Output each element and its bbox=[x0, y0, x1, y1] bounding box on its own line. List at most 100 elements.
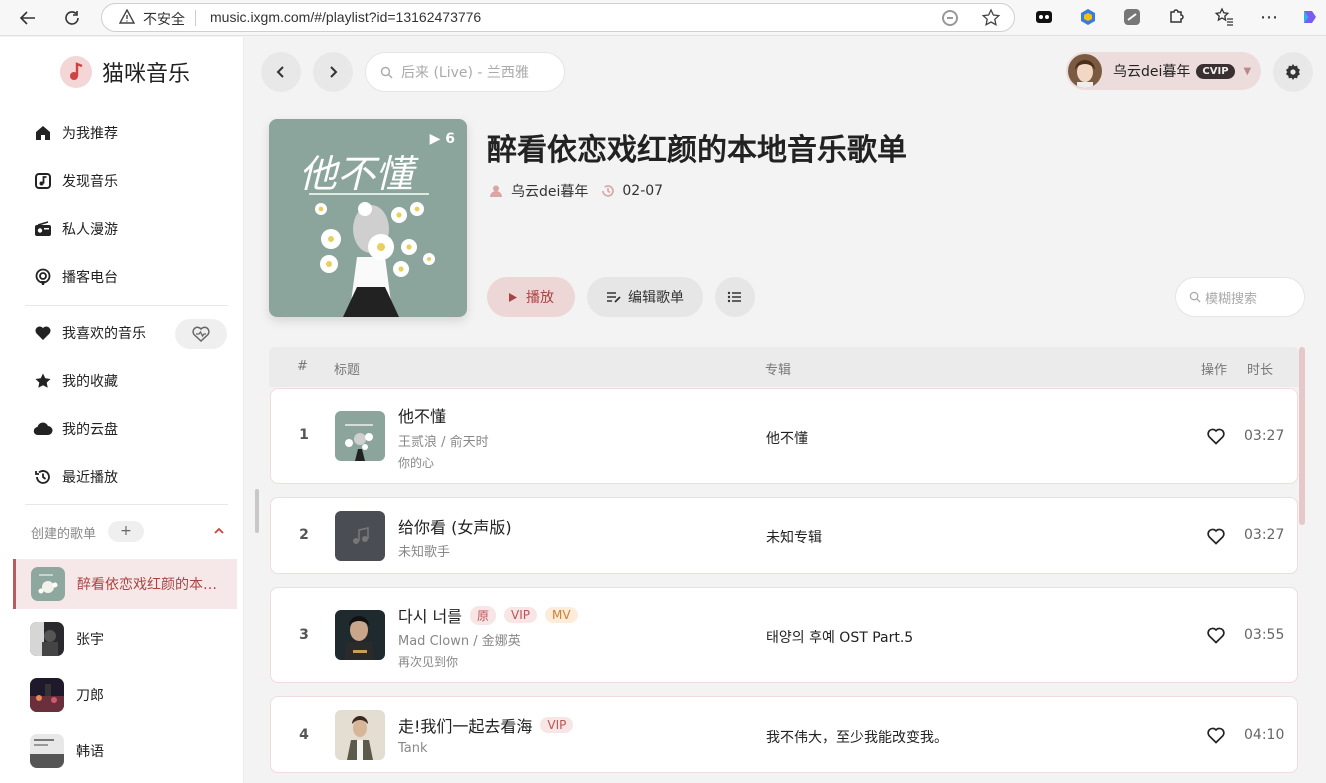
track-artists[interactable]: 未知歌手 bbox=[398, 541, 450, 560]
gear-icon bbox=[1286, 64, 1300, 80]
table-row[interactable]: 2 给你看 (女声版) 未知歌手 未知专辑 03:27 bbox=[270, 497, 1298, 574]
search-icon bbox=[1189, 291, 1201, 303]
track-album[interactable]: 未知专辑 bbox=[766, 527, 822, 547]
nav-item-podcast[interactable]: 播客电台 bbox=[20, 257, 230, 297]
home-icon bbox=[32, 122, 54, 144]
header-title: 标题 bbox=[334, 363, 361, 378]
extension-gray-icon[interactable] bbox=[1122, 7, 1142, 27]
sidebar-playlist-active[interactable]: 醉看依恋戏红颜的本地音乐歌单 bbox=[13, 559, 237, 609]
favorites-list-icon[interactable] bbox=[1214, 7, 1234, 27]
track-index: 1 bbox=[299, 427, 309, 443]
nav-item-recommend[interactable]: 为我推荐 bbox=[20, 113, 230, 153]
sidebar-resize-handle[interactable] bbox=[255, 489, 259, 533]
copilot-icon[interactable] bbox=[1300, 7, 1320, 27]
track-title[interactable]: 走!我们一起去看海 VIP bbox=[398, 713, 574, 737]
track-artists[interactable]: Tank bbox=[398, 741, 428, 756]
playlist-date: 02-07 bbox=[622, 183, 664, 199]
puzzle-icon[interactable] bbox=[1166, 7, 1186, 27]
favorite-star-icon[interactable] bbox=[981, 8, 1001, 28]
sidebar-divider bbox=[25, 305, 228, 306]
filter-search-input[interactable]: 模糊搜索 bbox=[1175, 277, 1305, 317]
heartbeat-mode-button[interactable] bbox=[175, 319, 227, 349]
history-icon bbox=[32, 466, 54, 488]
track-index: 3 bbox=[299, 627, 309, 643]
table-header: # 标题 专辑 操作 时长 bbox=[269, 347, 1299, 387]
sidebar-playlist[interactable]: 韩语 bbox=[13, 726, 237, 776]
sidebar-playlist[interactable]: 刀郎 bbox=[13, 670, 237, 720]
address-bar[interactable]: 不安全 music.ixgm.com/#/playlist?id=1316247… bbox=[101, 3, 1015, 32]
track-title[interactable]: 他不懂 bbox=[398, 403, 446, 427]
back-arrow-icon[interactable] bbox=[16, 6, 40, 30]
created-playlists-title: 创建的歌单 bbox=[31, 527, 97, 542]
track-artists[interactable]: 王贰浪 / 俞天时 bbox=[398, 431, 489, 450]
nav-label: 发现音乐 bbox=[62, 174, 118, 190]
track-album[interactable]: 태양의 후예 OST Part.5 bbox=[766, 627, 913, 647]
chevron-up-icon[interactable] bbox=[212, 524, 226, 538]
user-menu[interactable]: 乌云dei暮年 CVIP ▼ bbox=[1066, 52, 1261, 90]
add-playlist-button[interactable]: + bbox=[108, 521, 144, 542]
mv-badge[interactable]: MV bbox=[544, 607, 578, 623]
track-title[interactable]: 给你看 (女声版) bbox=[398, 514, 512, 538]
track-index: 2 bbox=[299, 527, 309, 543]
nav-label: 我的收藏 bbox=[62, 374, 118, 390]
browser-toolbar: 不安全 music.ixgm.com/#/playlist?id=1316247… bbox=[0, 0, 1326, 36]
like-heart-icon[interactable] bbox=[1205, 724, 1227, 746]
scrollbar[interactable] bbox=[1299, 347, 1305, 525]
playlist-thumbnail bbox=[30, 622, 64, 656]
nav-label: 播客电台 bbox=[62, 270, 118, 286]
extension-icon[interactable] bbox=[1034, 7, 1054, 27]
track-duration: 03:55 bbox=[1244, 627, 1285, 643]
track-duration: 03:27 bbox=[1244, 527, 1285, 543]
warning-icon bbox=[119, 9, 135, 24]
playlist-creator[interactable]: 乌云dei暮年 bbox=[511, 181, 588, 201]
vip-badge: VIP bbox=[540, 717, 574, 733]
play-all-button[interactable]: 播放 bbox=[487, 277, 575, 317]
playlist-cover[interactable]: 他不懂 ▶ 6 bbox=[269, 119, 467, 317]
nav-label: 我喜欢的音乐 bbox=[62, 326, 146, 342]
nav-item-discover[interactable]: 发现音乐 bbox=[20, 161, 230, 201]
table-row[interactable]: 4 走!我们一起去看海 VIP Tank 我不伟大，至少我能改变我。 04:10 bbox=[270, 696, 1298, 773]
back-button[interactable] bbox=[261, 52, 301, 92]
track-thumbnail bbox=[335, 710, 385, 760]
sidebar-playlist[interactable]: 张宇 bbox=[13, 614, 237, 664]
edit-playlist-button[interactable]: 编辑歌单 bbox=[587, 277, 703, 317]
like-heart-icon[interactable] bbox=[1205, 425, 1227, 447]
nav-label: 为我推荐 bbox=[62, 126, 118, 142]
table-row[interactable]: 3 다시 너를 原 VIP MV Mad Clown / 金娜英 再次见到你 태… bbox=[270, 587, 1298, 683]
playlist-thumbnail bbox=[30, 678, 64, 712]
extension-cube-icon[interactable] bbox=[1078, 7, 1098, 27]
more-menu-icon[interactable]: ⋯ bbox=[1257, 5, 1281, 29]
nav-item-collection[interactable]: 我的收藏 bbox=[20, 361, 230, 401]
track-album[interactable]: 他不懂 bbox=[766, 428, 808, 448]
forward-button[interactable] bbox=[313, 52, 353, 92]
track-title-text: 다시 너를 bbox=[398, 607, 462, 626]
nav-item-fm[interactable]: 私人漫游 bbox=[20, 209, 230, 249]
like-heart-icon[interactable] bbox=[1205, 624, 1227, 646]
search-icon bbox=[380, 66, 393, 78]
track-artists[interactable]: Mad Clown / 金娜英 bbox=[398, 630, 521, 649]
nav-item-recent[interactable]: 最近播放 bbox=[20, 457, 230, 497]
read-aloud-icon[interactable] bbox=[940, 8, 960, 28]
chevron-down-icon: ▼ bbox=[1243, 65, 1252, 77]
track-title-text: 走!我们一起去看海 bbox=[398, 717, 533, 736]
search-input[interactable]: 后来 (Live) - 兰西雅 bbox=[365, 52, 565, 92]
nav-item-cloud[interactable]: 我的云盘 bbox=[20, 409, 230, 449]
heartbeat-icon bbox=[192, 326, 210, 343]
reload-icon[interactable] bbox=[60, 6, 84, 30]
app-logo[interactable]: 猫咪音乐 bbox=[60, 53, 200, 91]
original-badge: 原 bbox=[469, 605, 496, 625]
table-row[interactable]: 1 他不懂 王贰浪 / 俞天时 你的心 他不懂 03:27 bbox=[270, 388, 1298, 484]
settings-button[interactable] bbox=[1273, 52, 1313, 92]
search-placeholder: 后来 (Live) - 兰西雅 bbox=[401, 65, 529, 81]
url-text[interactable]: music.ixgm.com/#/playlist?id=13162473776 bbox=[210, 9, 481, 25]
vip-badge: VIP bbox=[503, 607, 537, 623]
nav-label: 私人漫游 bbox=[62, 222, 118, 238]
vip-badge: CVIP bbox=[1196, 63, 1235, 79]
track-title[interactable]: 다시 너를 原 VIP MV bbox=[398, 603, 578, 627]
like-heart-icon[interactable] bbox=[1205, 525, 1227, 547]
page-title: 醉看依恋戏红颜的本地音乐歌单 bbox=[487, 133, 907, 168]
chevron-left-icon bbox=[276, 66, 284, 78]
track-album[interactable]: 我不伟大，至少我能改变我。 bbox=[766, 727, 948, 747]
play-label: 播放 bbox=[526, 290, 554, 306]
more-options-button[interactable] bbox=[715, 277, 755, 317]
